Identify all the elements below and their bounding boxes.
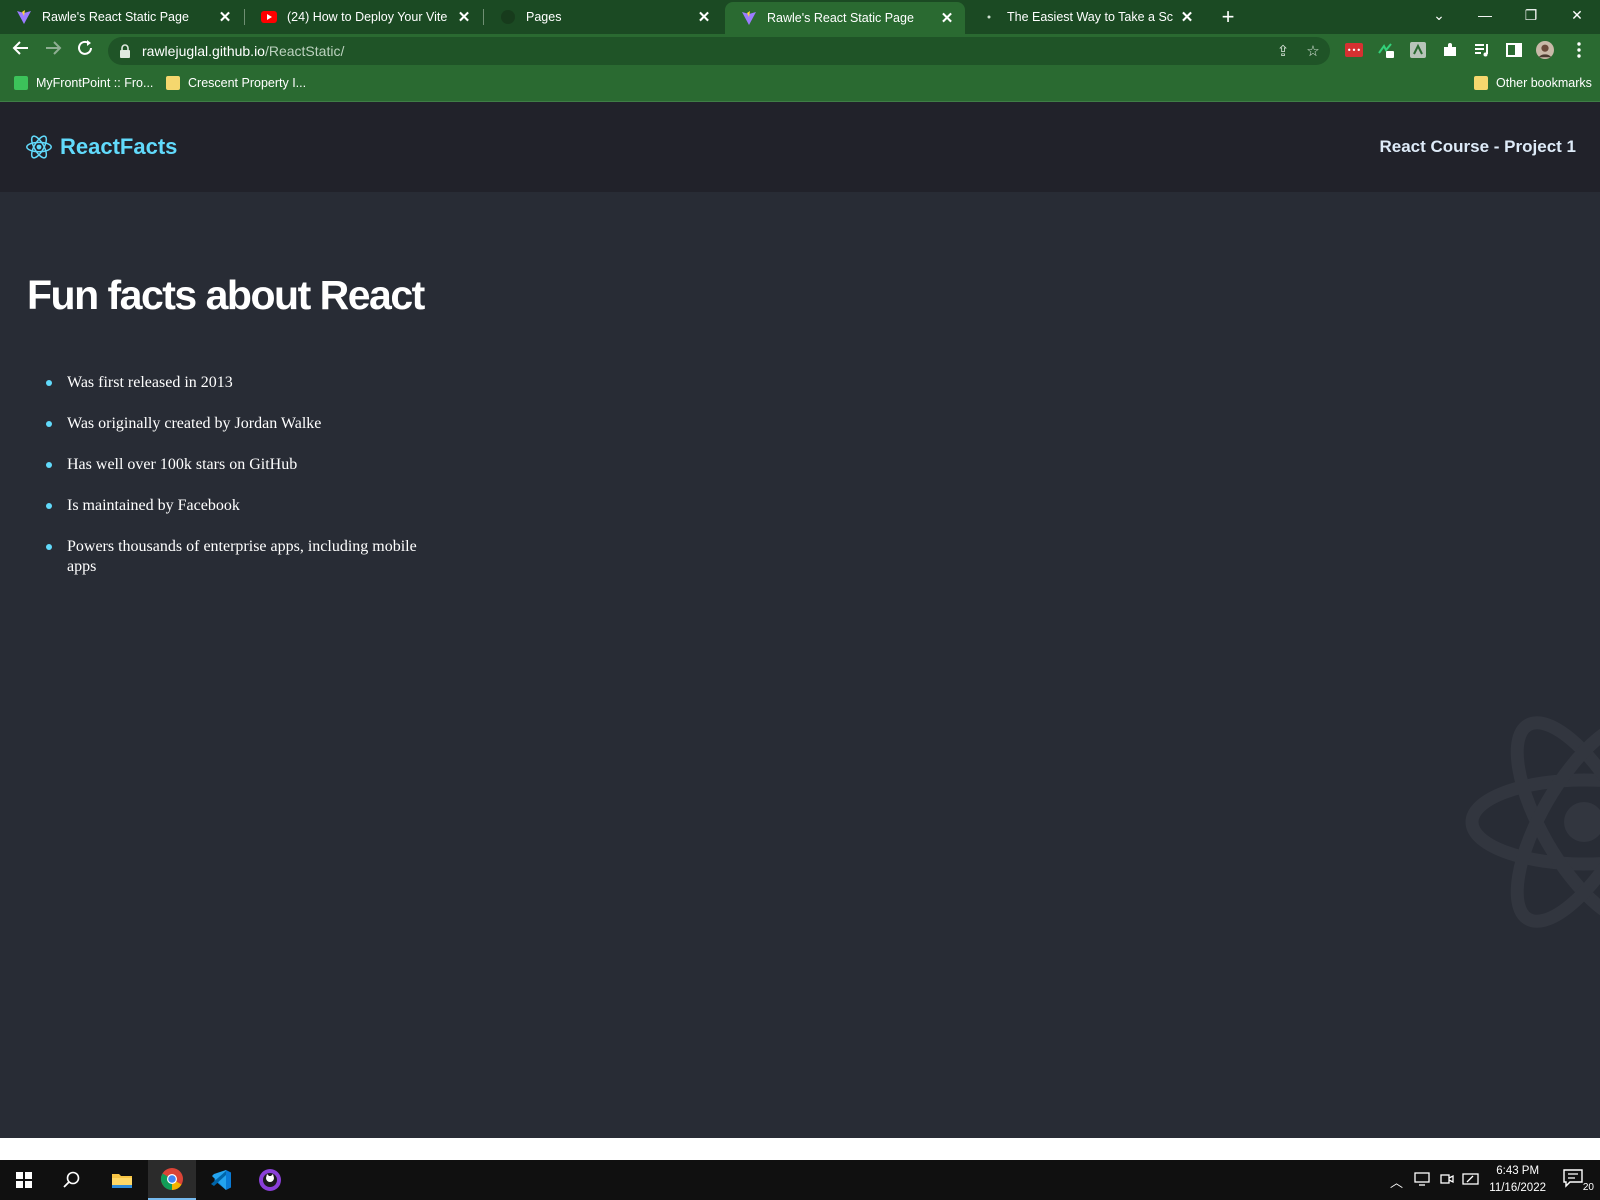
close-tab-icon[interactable]: ✕: [696, 8, 712, 26]
frontpoint-icon: [14, 76, 28, 90]
url-host: rawlejuglal.github.io: [142, 43, 265, 59]
close-tab-icon[interactable]: ✕: [456, 8, 472, 26]
bookmark-crescent-property[interactable]: Crescent Property I...: [166, 76, 306, 90]
vite-icon: [741, 10, 757, 26]
page-viewport: ReactFacts React Course - Project 1 Fun …: [0, 102, 1600, 1138]
list-item: Has well over 100k stars on GitHub: [46, 455, 446, 475]
restore-button[interactable]: ❐: [1508, 0, 1554, 30]
clock-date: 11/16/2022: [1489, 1182, 1546, 1194]
chrome-menu-icon[interactable]: [1570, 41, 1588, 59]
network-icon[interactable]: [1414, 1172, 1430, 1189]
forward-arrow-icon[interactable]: [41, 39, 65, 63]
notification-badge: 20: [1582, 1182, 1594, 1193]
volume-icon[interactable]: [1440, 1172, 1454, 1189]
url-path: /ReactStatic/: [264, 43, 345, 59]
lock-icon: [118, 44, 132, 58]
react-watermark-icon: [1465, 716, 1600, 928]
list-item: Is maintained by Facebook: [46, 496, 446, 516]
tab-strip: Rawle's React Static Page ✕ (24) How to …: [0, 0, 1600, 34]
other-bookmarks-folder[interactable]: Other bookmarks: [1474, 76, 1592, 90]
loading-icon: [981, 9, 997, 25]
show-hidden-icons-icon[interactable]: ︿: [1390, 1172, 1403, 1191]
vscode-icon[interactable]: [197, 1160, 245, 1200]
svg-text:•••: •••: [1347, 46, 1361, 55]
facts-list: Was first released in 2013 Was originall…: [46, 373, 446, 598]
bookmark-myfrontpoint[interactable]: MyFrontPoint :: Fro...: [14, 76, 153, 90]
new-tab-button[interactable]: +: [1215, 4, 1241, 30]
list-item: Was originally created by Jordan Walke: [46, 414, 446, 434]
browser-toolbar: rawlejuglal.github.io /ReactStatic/ ⇪ ☆ …: [0, 34, 1600, 68]
bullet-icon: [46, 421, 52, 427]
vite-icon: [16, 9, 32, 25]
side-panel-icon[interactable]: [1505, 41, 1523, 59]
chrome-taskbar-icon[interactable]: [148, 1160, 196, 1200]
brand-logo-link: ReactFacts: [24, 132, 177, 162]
extension-green-icon[interactable]: [1377, 41, 1395, 59]
list-item: Powers thousands of enterprise apps, inc…: [46, 537, 446, 577]
minimize-button[interactable]: —: [1462, 0, 1508, 30]
address-bar[interactable]: rawlejuglal.github.io /ReactStatic/ ⇪ ☆: [108, 37, 1330, 65]
close-tab-icon[interactable]: ✕: [939, 9, 955, 27]
close-tab-icon[interactable]: ✕: [217, 8, 233, 26]
search-icon[interactable]: [48, 1160, 96, 1200]
tab-youtube-vite[interactable]: (24) How to Deploy Your Vite App ✕: [245, 0, 482, 34]
reload-icon[interactable]: [73, 39, 97, 63]
site-navbar: ReactFacts React Course - Project 1: [0, 102, 1600, 192]
bullet-icon: [46, 503, 52, 509]
tab-easiest-way-screenshot[interactable]: The Easiest Way to Take a Screenshot ✕: [965, 0, 1205, 34]
back-arrow-icon[interactable]: [9, 39, 33, 63]
bullet-icon: [46, 462, 52, 468]
tab-pages[interactable]: Pages ✕: [484, 0, 722, 34]
profile-avatar[interactable]: [1536, 41, 1554, 59]
youtube-icon: [261, 9, 277, 25]
github-icon: [500, 9, 516, 25]
windows-taskbar: ︿ 6:43 PM 11/16/2022 20: [0, 1160, 1600, 1200]
page-bottom-strip: [0, 1138, 1600, 1160]
battery-icon[interactable]: [1462, 1172, 1480, 1189]
github-desktop-icon[interactable]: [246, 1160, 294, 1200]
extension-grey-icon[interactable]: [1409, 41, 1427, 59]
tab-react-static-1[interactable]: Rawle's React Static Page ✕: [0, 0, 243, 34]
course-title: React Course - Project 1: [1379, 137, 1576, 156]
close-window-button[interactable]: ✕: [1554, 0, 1600, 30]
tab-react-static-active[interactable]: Rawle's React Static Page ✕: [725, 2, 965, 34]
folder-icon: [166, 76, 180, 90]
windows-start-icon[interactable]: [0, 1160, 48, 1200]
react-logo-icon: [26, 135, 52, 159]
bookmark-star-icon[interactable]: ☆: [1304, 43, 1322, 61]
clock-time: 6:43 PM: [1496, 1165, 1540, 1177]
extensions-puzzle-icon[interactable]: [1441, 41, 1459, 59]
tab-search-icon[interactable]: ⌄: [1416, 0, 1462, 30]
system-clock[interactable]: 6:43 PM 11/16/2022: [1489, 1163, 1546, 1197]
extension-red-icon[interactable]: •••: [1345, 41, 1363, 59]
bullet-icon: [46, 380, 52, 386]
folder-icon: [1474, 76, 1488, 90]
file-explorer-icon[interactable]: [98, 1160, 146, 1200]
bookmarks-bar: MyFrontPoint :: Fro... Crescent Property…: [0, 68, 1600, 102]
share-icon[interactable]: ⇪: [1274, 43, 1292, 61]
bullet-icon: [46, 544, 52, 550]
list-item: Was first released in 2013: [46, 373, 446, 393]
close-tab-icon[interactable]: ✕: [1179, 8, 1195, 26]
brand-name: ReactFacts: [60, 134, 178, 159]
page-title: Fun facts about React: [27, 272, 425, 318]
media-control-icon[interactable]: [1473, 41, 1491, 59]
